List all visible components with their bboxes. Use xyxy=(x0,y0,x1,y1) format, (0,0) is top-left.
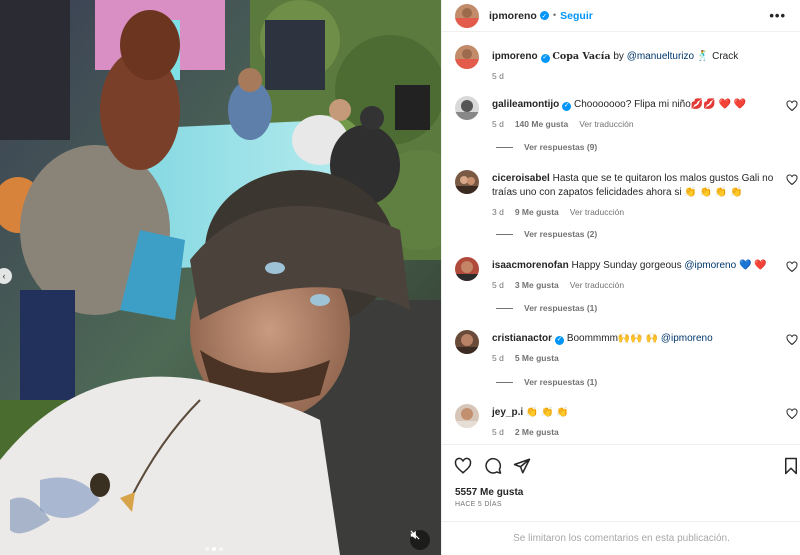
view-replies-button[interactable]: Ver respuestas (9) xyxy=(496,142,597,152)
post-photo xyxy=(0,0,441,555)
view-replies-label: Ver respuestas (1) xyxy=(524,303,598,313)
see-translation-button[interactable]: Ver traducción xyxy=(570,278,624,292)
comment-time[interactable]: 5 d xyxy=(492,425,504,439)
likes-count[interactable]: 5557 Me gusta xyxy=(455,487,523,498)
caption-username[interactable]: ipmoreno xyxy=(492,51,538,62)
comment-likes[interactable]: 2 Me gusta xyxy=(515,425,559,439)
comment-icon[interactable] xyxy=(484,457,502,475)
verified-badge-icon: ✓ xyxy=(540,53,550,63)
avatar[interactable] xyxy=(455,257,479,281)
carousel-dot-active xyxy=(212,547,216,551)
avatar-image xyxy=(455,330,479,354)
avatar-image xyxy=(455,96,479,120)
comment-emoji: 💙 ❤️ xyxy=(738,260,767,271)
view-replies-button[interactable]: Ver respuestas (2) xyxy=(496,229,597,239)
post-details-panel: ipmoreno ✓ • Seguir ••• ipmoreno ✓ Copa V… xyxy=(441,0,800,555)
heart-icon[interactable] xyxy=(786,334,798,346)
share-icon[interactable] xyxy=(513,457,531,475)
speaker-muted-icon xyxy=(410,530,420,540)
avatar[interactable] xyxy=(455,3,479,28)
comment-likes[interactable]: 3 Me gusta xyxy=(515,278,559,292)
comment-text: Happy Sunday gorgeous xyxy=(571,260,682,271)
more-options-button[interactable]: ••• xyxy=(769,8,786,23)
view-replies-button[interactable]: Ver respuestas (1) xyxy=(496,303,597,313)
view-replies-label: Ver respuestas (2) xyxy=(524,229,598,239)
view-replies-label: Ver respuestas (1) xyxy=(524,377,598,387)
comment-username[interactable]: jey_p.i xyxy=(492,407,523,418)
mute-button[interactable] xyxy=(410,530,430,550)
see-translation-button[interactable]: Ver traducción xyxy=(579,117,633,131)
caption-mention[interactable]: @manuelturizo xyxy=(627,51,694,62)
view-replies-label: Ver respuestas (9) xyxy=(524,142,598,152)
caption-song: Copa Vacía xyxy=(552,51,611,62)
comment-likes[interactable]: 9 Me gusta xyxy=(515,205,559,219)
heart-icon[interactable] xyxy=(454,457,472,475)
caption-time: 5 d xyxy=(492,71,504,81)
comment-username[interactable]: cristianactor xyxy=(492,333,552,344)
comment-username[interactable]: ciceroisabel xyxy=(492,173,550,184)
avatar[interactable] xyxy=(455,404,479,428)
post-header: ipmoreno ✓ • Seguir ••• xyxy=(442,0,800,32)
comment-text: Boommmm🙌🙌 🙌 xyxy=(566,333,659,344)
avatar-image xyxy=(455,3,479,28)
caption-by: by xyxy=(613,51,624,62)
comment-likes[interactable]: 140 Me gusta xyxy=(515,117,568,131)
verified-badge-icon: ✓ xyxy=(562,101,572,111)
heart-icon[interactable] xyxy=(786,261,798,273)
comments-limited-text: Se limitaron los comentarios en esta pub… xyxy=(513,533,730,544)
avatar-image xyxy=(455,170,479,194)
carousel-indicator xyxy=(205,547,223,551)
comment-time[interactable]: 5 d xyxy=(492,278,504,292)
carousel-dot xyxy=(205,547,209,551)
avatar-image xyxy=(455,45,479,69)
bookmark-icon[interactable] xyxy=(782,457,800,475)
heart-icon[interactable] xyxy=(786,174,798,186)
comment-likes[interactable]: 5 Me gusta xyxy=(515,351,559,365)
avatar-image xyxy=(455,257,479,281)
avatar[interactable] xyxy=(455,170,479,194)
comment-text: Chooooooo? Flipa mi niño💋💋 ❤️ ❤️ xyxy=(574,99,747,110)
post-media[interactable]: ‹ xyxy=(0,0,441,555)
comments-limited-notice: Se limitaron los comentarios en esta pub… xyxy=(442,521,800,555)
avatar[interactable] xyxy=(455,96,479,120)
comment-username[interactable]: isaacmorenofan xyxy=(492,260,569,271)
carousel-dot xyxy=(219,547,223,551)
avatar[interactable] xyxy=(455,45,479,69)
post-timestamp[interactable]: HACE 5 DÍAS xyxy=(455,501,502,508)
verified-badge-icon: ✓ xyxy=(539,11,549,20)
comment-mention[interactable]: @ipmoreno xyxy=(684,260,736,271)
comment-username[interactable]: galileamontijo xyxy=(492,99,559,110)
separator: • xyxy=(552,10,557,21)
heart-icon[interactable] xyxy=(786,408,798,420)
view-replies-button[interactable]: Ver respuestas (1) xyxy=(496,377,597,387)
comment-text: 👏 👏 👏 xyxy=(525,407,569,418)
comments-list[interactable]: ipmoreno ✓ Copa Vacía by @manuelturizo 🕺 … xyxy=(442,33,800,443)
follow-button[interactable]: Seguir xyxy=(560,10,593,22)
avatar-image xyxy=(455,404,479,428)
verified-badge-icon: ✓ xyxy=(555,335,565,345)
heart-icon[interactable] xyxy=(786,100,798,112)
see-translation-button[interactable]: Ver traducción xyxy=(570,205,624,219)
avatar[interactable] xyxy=(455,330,479,354)
comment-mention[interactable]: @ipmoreno xyxy=(661,333,713,344)
comment-time[interactable]: 5 d xyxy=(492,117,504,131)
action-bar xyxy=(442,444,800,484)
comment-time[interactable]: 5 d xyxy=(492,351,504,365)
caption-emoji: 🕺 xyxy=(696,51,710,62)
caption-text: Crack xyxy=(712,51,739,62)
comment-time[interactable]: 3 d xyxy=(492,205,504,219)
post-username[interactable]: ipmoreno xyxy=(489,10,537,22)
